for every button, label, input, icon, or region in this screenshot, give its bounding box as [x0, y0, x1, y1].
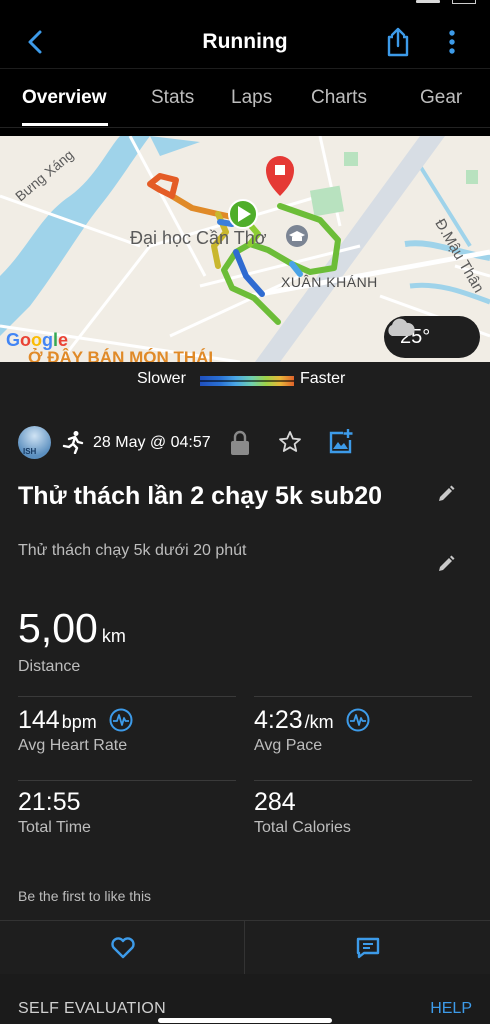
divider [18, 780, 236, 781]
tab-charts[interactable]: Charts [311, 87, 367, 109]
distance-unit: km [101, 626, 126, 646]
finish-marker-icon [266, 156, 294, 196]
social-action-row [0, 920, 490, 976]
page-title: Running [202, 30, 288, 53]
share-icon[interactable] [384, 26, 412, 58]
like-prompt: Be the first to like this [18, 888, 152, 904]
home-indicator[interactable] [158, 1018, 332, 1023]
active-tab-indicator [22, 123, 108, 126]
pace-legend-faster: Faster [300, 370, 346, 387]
self-evaluation-bar: SELF EVALUATION HELP [0, 974, 490, 1024]
like-heart-icon[interactable] [110, 935, 136, 961]
total-time-stat: 21:55 Total Time [18, 788, 91, 837]
edit-description-icon[interactable] [436, 554, 456, 574]
activity-title: Thử thách lần 2 chạy 5k sub20 [18, 482, 383, 510]
running-icon [62, 431, 84, 454]
pace-legend: Slower Faster [0, 370, 490, 390]
pace-chart-icon[interactable] [346, 708, 370, 732]
pace-value: 4:23 [254, 706, 303, 734]
status-bar [0, 0, 490, 16]
total-time-value: 21:55 [18, 788, 81, 816]
start-marker-icon [228, 199, 258, 229]
distance-label: Distance [18, 658, 81, 675]
heart-rate-unit: bpm [61, 712, 97, 732]
total-time-label: Total Time [18, 819, 91, 836]
help-link[interactable]: HELP [430, 1000, 472, 1018]
tab-stats[interactable]: Stats [151, 87, 194, 109]
pace-stat: 4:23/km Avg Pace [254, 706, 370, 755]
pace-unit: /km [304, 712, 334, 732]
comment-icon[interactable] [355, 935, 381, 961]
divider [254, 696, 472, 697]
activity-date: 28 May @ 04:57 [93, 434, 211, 451]
calories-stat: 284 Total Calories [254, 788, 351, 837]
map-label-university: Đại học Cần Thơ [130, 228, 267, 248]
lock-icon[interactable] [230, 430, 250, 456]
calories-label: Total Calories [254, 819, 351, 836]
heart-rate-value: 144 [18, 706, 60, 734]
avatar[interactable]: ISH [18, 426, 51, 459]
divider [244, 921, 245, 975]
tab-overview[interactable]: Overview [22, 87, 107, 109]
activity-description: Thử thách chạy 5k dưới 20 phút [18, 542, 247, 559]
top-bar: Running [0, 16, 490, 68]
activity-overview: Slower Faster ISH 28 May @ 04:57 Thử thá… [0, 362, 490, 1024]
pace-label: Avg Pace [254, 737, 323, 754]
activity-meta-row: ISH 28 May @ 04:57 [18, 426, 478, 460]
add-photo-icon[interactable] [328, 428, 354, 454]
weather-badge[interactable]: 25° [384, 316, 480, 358]
university-icon [286, 225, 308, 247]
calories-value: 284 [254, 788, 296, 816]
google-logo: Google [6, 330, 69, 350]
divider [254, 780, 472, 781]
tab-bar: Overview Stats Laps Charts Gear [0, 68, 490, 128]
tab-laps[interactable]: Laps [231, 87, 272, 109]
avatar-text: ISH [23, 447, 37, 456]
divider [18, 696, 236, 697]
pace-legend-slower: Slower [137, 370, 186, 387]
edit-title-icon[interactable] [436, 484, 456, 504]
route-map[interactable]: Bưng Xáng Đại học Cần Thơ XUÂN KHÁNH Đ.M… [0, 136, 490, 362]
heart-rate-chart-icon[interactable] [109, 708, 133, 732]
battery-icon [452, 0, 476, 4]
heart-rate-stat: 144 bpm Avg Heart Rate [18, 706, 133, 755]
map-label-district: XUÂN KHÁNH [281, 274, 378, 290]
signal-icon [416, 0, 440, 3]
distance-stat: 5,00 km [18, 605, 126, 652]
cloud-icon [388, 318, 415, 336]
tab-gear[interactable]: Gear [420, 87, 462, 109]
more-vertical-icon[interactable] [442, 28, 462, 56]
star-icon[interactable] [278, 430, 302, 454]
heart-rate-label: Avg Heart Rate [18, 737, 128, 754]
pace-gradient-bar [200, 376, 294, 386]
distance-value: 5,00 [18, 605, 98, 651]
self-evaluation-link[interactable]: SELF EVALUATION [18, 1000, 166, 1018]
